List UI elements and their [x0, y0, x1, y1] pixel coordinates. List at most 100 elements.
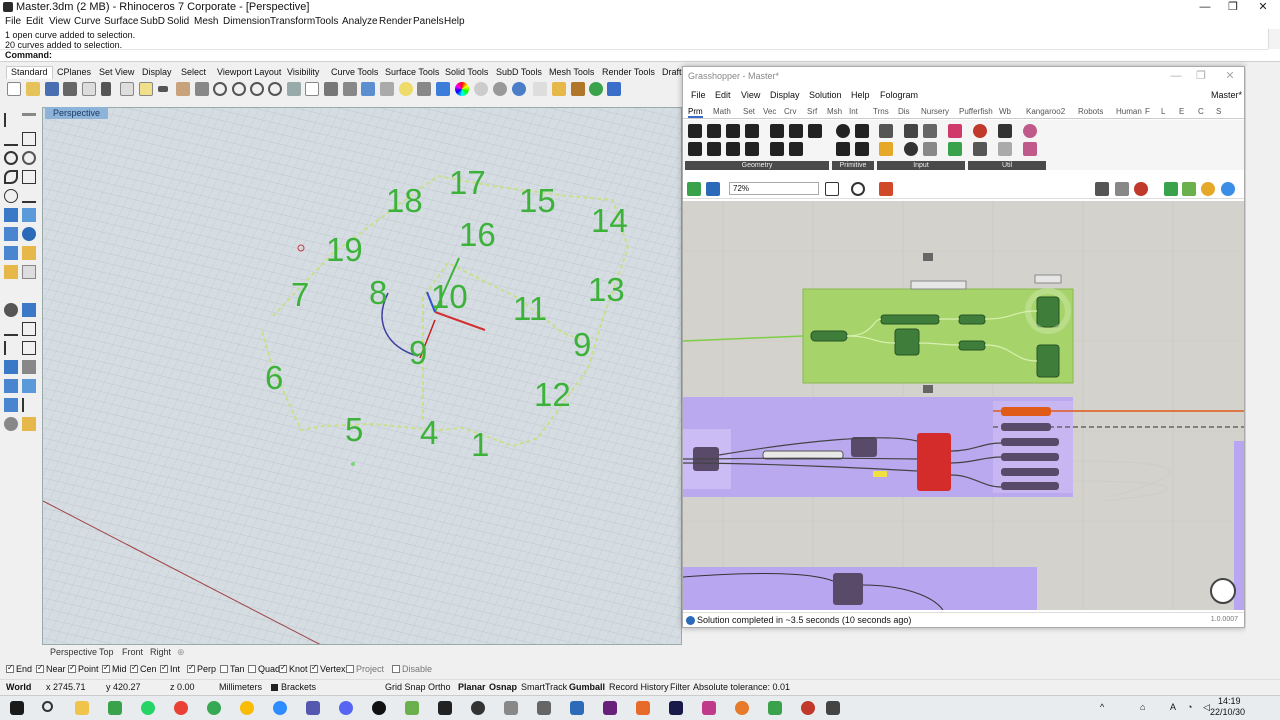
brep-param-icon[interactable] — [789, 124, 803, 138]
menu-subd[interactable]: SubD — [140, 16, 165, 27]
osnap-knot[interactable]: Knot — [279, 663, 308, 674]
fillet-icon[interactable] — [22, 303, 36, 317]
gh-menu-fologram[interactable]: Fologram — [880, 90, 918, 100]
tab-visibility[interactable]: Visibility — [287, 67, 319, 77]
save-file-icon[interactable] — [45, 82, 59, 96]
line-icon[interactable] — [4, 132, 18, 146]
viewport-title-tab[interactable]: Perspective — [45, 107, 109, 119]
new-file-icon[interactable] — [7, 82, 21, 96]
polyline-icon[interactable] — [22, 132, 36, 146]
dimension-icon[interactable] — [22, 265, 36, 279]
gh-tab-vec[interactable]: Vec — [763, 107, 776, 116]
boolean-icon[interactable] — [4, 303, 18, 317]
instagram-icon[interactable] — [702, 701, 716, 715]
surface-param-icon[interactable] — [726, 142, 740, 156]
chrome-icon[interactable] — [174, 701, 188, 715]
gh-menu-file[interactable]: File — [691, 90, 706, 100]
gh-tab-wb[interactable]: Wb — [999, 107, 1011, 116]
tab-select[interactable]: Select — [181, 67, 206, 77]
github-icon[interactable] — [372, 701, 386, 715]
visual-studio-icon[interactable] — [603, 701, 617, 715]
integer-param-icon[interactable] — [855, 124, 869, 138]
box-param-icon[interactable] — [770, 124, 784, 138]
gh-tab-prm[interactable]: Prm — [688, 107, 703, 118]
analyze-icon[interactable] — [4, 417, 18, 431]
tab-mesh-tools[interactable]: Mesh Tools — [549, 67, 594, 77]
gh-tab-msh[interactable]: Msh — [827, 107, 842, 116]
value-list-icon[interactable] — [923, 142, 937, 156]
offset-icon[interactable] — [22, 189, 36, 203]
select-arrow-icon[interactable] — [4, 113, 18, 127]
tab-render-tools[interactable]: Render Tools — [602, 67, 655, 77]
viewport-tab-front[interactable]: Front — [122, 647, 143, 657]
tab-solid-tools[interactable]: Solid Tools — [445, 67, 488, 77]
vector-param-icon[interactable] — [745, 142, 759, 156]
jump-icon[interactable] — [973, 142, 987, 156]
clock-time[interactable]: 14:19 — [1218, 696, 1241, 706]
osnap-checkbox[interactable] — [68, 663, 76, 673]
gradient-icon[interactable] — [948, 124, 962, 138]
osnap-checkbox[interactable] — [220, 665, 228, 673]
gh-tab-pufferfish[interactable]: Pufferfish — [959, 107, 993, 116]
surface-icon[interactable] — [4, 208, 18, 222]
teams-icon[interactable] — [306, 701, 320, 715]
osnap-vertex[interactable]: Vertex — [310, 663, 346, 674]
menu-view[interactable]: View — [49, 16, 71, 27]
shaded-sphere-icon[interactable] — [493, 82, 507, 96]
gh-tab-crv[interactable]: Crv — [784, 107, 796, 116]
relay-arrow-icon[interactable] — [998, 124, 1012, 138]
gh-canvas[interactable] — [683, 201, 1244, 610]
unity-icon[interactable] — [504, 701, 518, 715]
field-param-icon[interactable] — [688, 142, 702, 156]
box-icon[interactable] — [4, 227, 18, 241]
osnap-disable[interactable]: Disable — [392, 664, 432, 674]
loft-icon[interactable] — [22, 208, 36, 222]
gh-tab-trns[interactable]: Trns — [873, 107, 889, 116]
menu-solid[interactable]: Solid — [167, 16, 189, 27]
sweep-icon[interactable] — [22, 379, 36, 393]
sketch-pen-icon[interactable] — [879, 182, 893, 196]
osnap-checkbox[interactable] — [130, 663, 138, 673]
osnap-checkbox[interactable] — [279, 663, 287, 673]
menu-panels[interactable]: Panels — [413, 16, 444, 27]
menu-tools[interactable]: Tools — [315, 16, 338, 27]
flask-icon[interactable] — [1023, 142, 1037, 156]
zoom-window-icon[interactable] — [232, 82, 246, 96]
gh-tab-math[interactable]: Math — [713, 107, 731, 116]
panel-icon[interactable] — [904, 124, 918, 138]
menu-edit[interactable]: Edit — [26, 16, 43, 27]
button-icon[interactable] — [904, 142, 918, 156]
terminal-icon[interactable] — [405, 701, 419, 715]
hatch-icon[interactable] — [22, 341, 36, 355]
print-icon[interactable] — [63, 82, 77, 96]
undo-icon[interactable] — [158, 86, 168, 92]
sphere-icon[interactable] — [22, 227, 36, 241]
arc-icon[interactable] — [22, 151, 36, 165]
osnap-checkbox[interactable] — [248, 665, 256, 673]
gh-tab-dis[interactable]: Dis — [898, 107, 910, 116]
rendered-sphere-icon[interactable] — [512, 82, 526, 96]
curve-icon[interactable] — [4, 170, 18, 184]
osnap-checkbox[interactable] — [160, 663, 168, 673]
osnap-project[interactable]: Project — [346, 664, 384, 674]
units-indicator[interactable]: Millimeters — [219, 682, 262, 692]
color-wheel-icon[interactable] — [455, 82, 469, 96]
tray-volume-icon[interactable]: ◁ — [1203, 702, 1210, 713]
gumball-toggle[interactable]: Gumball — [569, 682, 605, 692]
menu-surface[interactable]: Surface — [104, 16, 138, 27]
search-icon[interactable] — [42, 701, 53, 712]
menu-file[interactable]: File — [5, 16, 21, 27]
plane-param-icon[interactable] — [707, 142, 721, 156]
current-layer[interactable]: Brackets — [281, 682, 316, 692]
gh-menu-display[interactable]: Display — [770, 90, 800, 100]
rectangle-icon[interactable] — [22, 170, 36, 184]
osnap-checkbox[interactable] — [187, 663, 195, 673]
osnap-checkbox[interactable] — [310, 663, 318, 673]
four-view-icon[interactable] — [305, 82, 319, 96]
mesh-quality-icon[interactable] — [1201, 182, 1215, 196]
chrome-profile-icon[interactable] — [207, 701, 221, 715]
text-param-icon[interactable] — [855, 142, 869, 156]
gh-tab-kangaroo2[interactable]: Kangaroo2 — [1026, 107, 1065, 116]
circle-icon[interactable] — [4, 151, 18, 165]
preview-shaded-icon[interactable] — [1134, 182, 1148, 196]
